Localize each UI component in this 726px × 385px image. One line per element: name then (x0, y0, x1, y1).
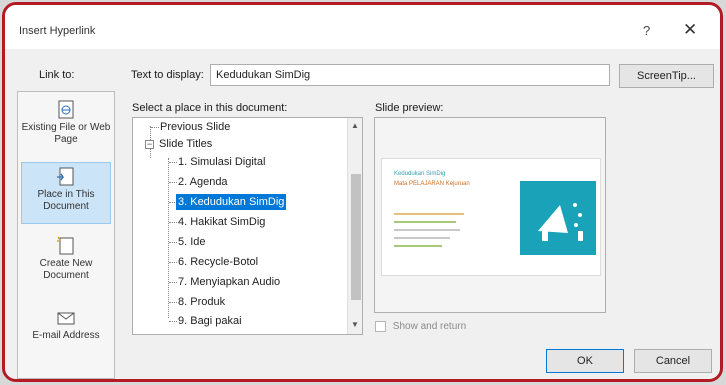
link-to-place-in-document-label: Place in This Document (37, 189, 95, 212)
tree-connector (169, 262, 177, 263)
tree-item-slide[interactable]: 1. Simulasi Digital (178, 154, 265, 170)
link-to-label: Link to: (39, 69, 75, 81)
screentip-button[interactable]: ScreenTip... (619, 64, 714, 88)
link-to-existing-file-label: Existing File or Web Page (21, 122, 111, 145)
link-to-place-in-document[interactable]: Place in This Document (21, 162, 111, 224)
dialog-title: Insert Hyperlink (19, 25, 96, 37)
web-page-icon (58, 100, 74, 119)
thumbnail-text-line (394, 229, 460, 231)
tree-connector (151, 127, 159, 128)
slide-preview: Kedudukan SimDig Mata PELAJARAN Kejuruan (374, 117, 606, 313)
show-and-return-option[interactable]: Show and return (375, 321, 466, 332)
new-document-icon (57, 236, 74, 255)
text-to-display-label: Text to display: (131, 69, 204, 81)
thumbnail-subtitle: Mata PELAJARAN Kejuruan (394, 181, 470, 187)
tree-connector (169, 321, 177, 322)
megaphone-icon (538, 203, 583, 241)
ok-button[interactable]: OK (546, 349, 624, 373)
scroll-down-icon[interactable]: ▼ (351, 320, 359, 329)
tree-item-slide-titles[interactable]: Slide Titles (159, 136, 212, 152)
link-to-email-address-label: E-mail Address (32, 330, 100, 341)
tree-connector (169, 162, 177, 163)
tree-item-slide[interactable]: 8. Produk (178, 294, 225, 310)
scroll-thumb[interactable] (351, 174, 361, 300)
cancel-button[interactable]: Cancel (634, 349, 712, 373)
tree-item-slide[interactable]: 6. Recycle-Botol (178, 254, 258, 270)
thumbnail-text-line (394, 221, 456, 223)
close-button[interactable]: ✕ (683, 20, 697, 40)
thumbnail-graphic (520, 181, 596, 255)
document-place-icon (57, 167, 74, 186)
slide-preview-label: Slide preview: (375, 102, 444, 114)
tree-connector (169, 302, 177, 303)
tree-connector (169, 222, 177, 223)
thumbnail-text-line (394, 237, 450, 239)
tree-item-slide[interactable]: 7. Menyiapkan Audio (178, 274, 280, 290)
show-and-return-label: Show and return (392, 321, 467, 333)
link-to-email-address[interactable]: E-mail Address (21, 304, 111, 366)
link-to-create-new-document-label: Create New Document (39, 258, 93, 281)
tree-item-slide[interactable]: 4. Hakikat SimDig (178, 214, 265, 230)
slide-thumbnail: Kedudukan SimDig Mata PELAJARAN Kejuruan (381, 158, 601, 276)
tree-item-slide[interactable]: 9. Bagi pakai (178, 313, 242, 329)
tree-item-slide[interactable]: 2. Agenda (178, 174, 228, 190)
text-to-display-input[interactable] (210, 64, 610, 86)
email-icon (57, 312, 75, 325)
tree-connector (169, 242, 177, 243)
link-to-create-new-document[interactable]: Create New Document (21, 232, 111, 294)
link-to-panel: Existing File or Web Page Place in This … (17, 91, 115, 379)
tree-connector (169, 282, 177, 283)
tree-connector (169, 182, 177, 183)
tree-scrollbar[interactable]: ▲ ▼ (347, 118, 362, 334)
collapse-icon[interactable]: − (145, 140, 154, 149)
thumbnail-text-line (394, 245, 442, 247)
show-and-return-checkbox[interactable] (375, 321, 386, 332)
title-bar: Insert Hyperlink ? ✕ (5, 5, 720, 49)
tree-item-previous-slide[interactable]: Previous Slide (160, 119, 230, 135)
tree-item-slide-selected[interactable]: 3. Kedudukan SimDig (176, 194, 287, 210)
select-place-label: Select a place in this document: (132, 102, 288, 114)
thumbnail-text-line (394, 213, 464, 215)
dialog-body: Link to: Text to display: ScreenTip... E… (5, 49, 720, 379)
thumbnail-title: Kedudukan SimDig (394, 171, 446, 177)
place-tree[interactable]: Previous Slide − Slide Titles 1. Simulas… (132, 117, 363, 335)
insert-hyperlink-dialog: Insert Hyperlink ? ✕ Link to: Text to di… (2, 2, 723, 382)
tree-item-slide[interactable]: 5. Ide (178, 234, 206, 250)
link-to-existing-file[interactable]: Existing File or Web Page (21, 96, 111, 158)
help-button[interactable]: ? (643, 23, 650, 38)
scroll-up-icon[interactable]: ▲ (351, 121, 359, 130)
